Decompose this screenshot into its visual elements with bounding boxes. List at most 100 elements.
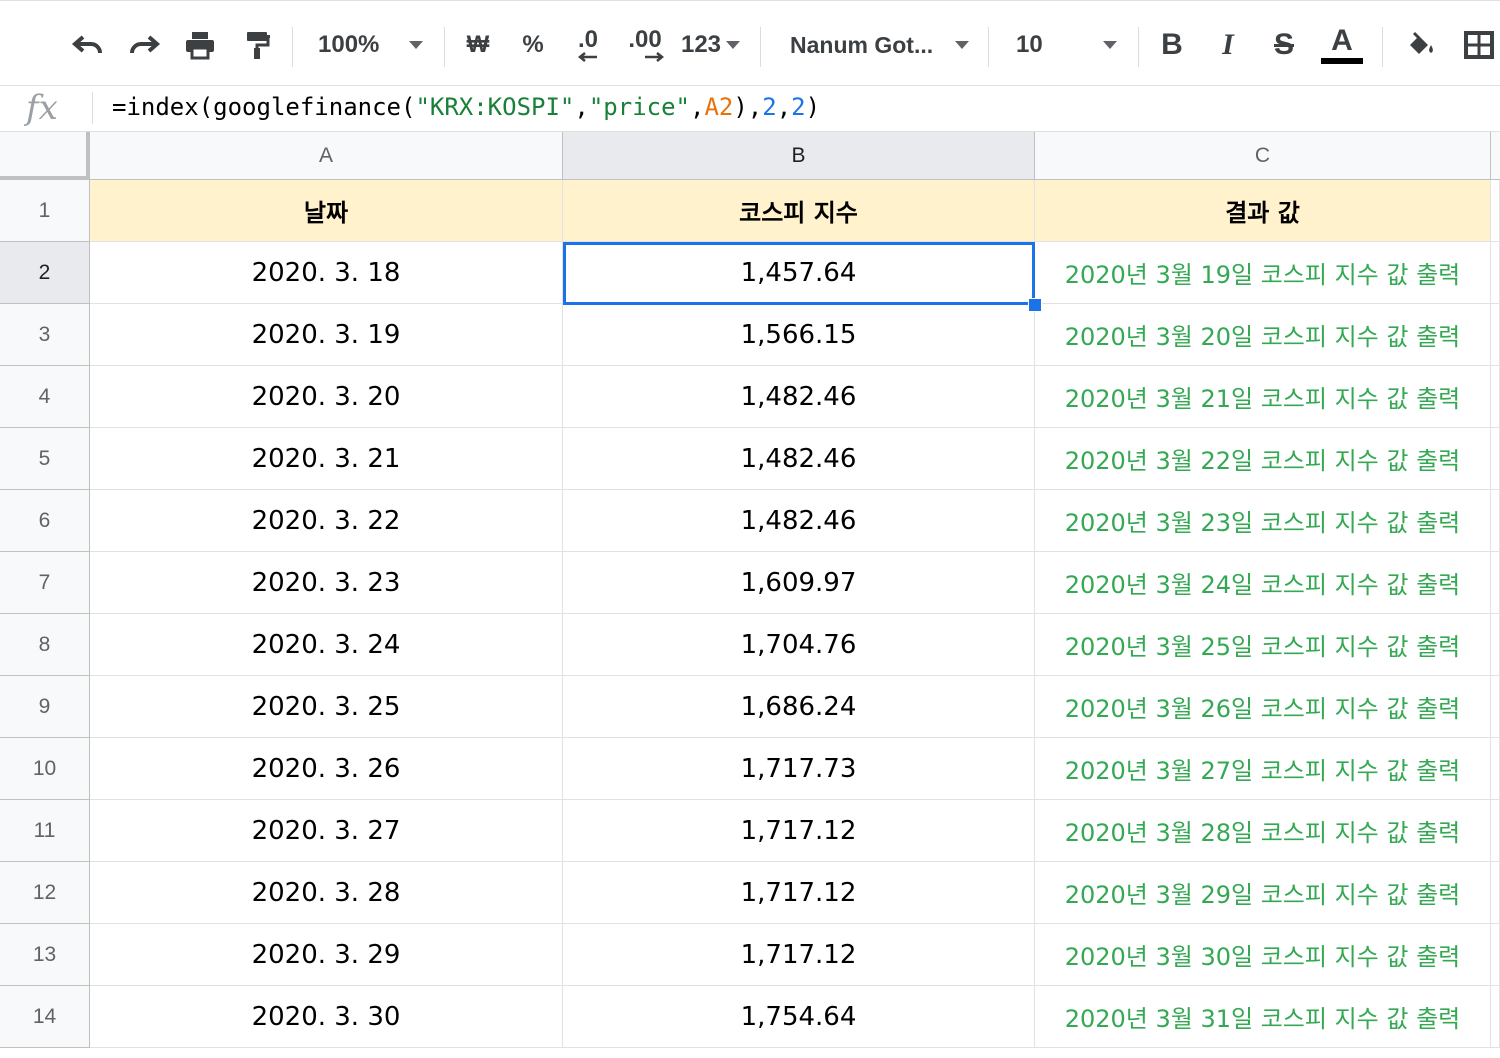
row-header[interactable]: 13 — [0, 924, 90, 986]
cell-c9[interactable]: 2020년 3월 26일 코스피 지수 값 출력 — [1035, 676, 1491, 738]
cell-empty[interactable] — [1491, 304, 1500, 366]
column-header-a[interactable]: A — [90, 132, 563, 180]
row-header[interactable]: 1 — [0, 180, 90, 242]
cell-empty[interactable] — [1491, 180, 1500, 242]
cell-b7[interactable]: 1,609.97 — [563, 552, 1035, 614]
cell-b3[interactable]: 1,566.15 — [563, 304, 1035, 366]
fill-handle[interactable] — [1028, 298, 1042, 312]
cell-a14[interactable]: 2020. 3. 30 — [90, 986, 563, 1048]
cell-b6[interactable]: 1,482.46 — [563, 490, 1035, 552]
formula-token: ), — [733, 93, 763, 121]
cell-a6[interactable]: 2020. 3. 22 — [90, 490, 563, 552]
cell-empty[interactable] — [1491, 738, 1500, 800]
italic-button[interactable]: I — [1210, 23, 1246, 67]
font-family-select[interactable]: Nanum Got... — [790, 23, 940, 67]
row-header[interactable]: 12 — [0, 862, 90, 924]
bold-button[interactable]: B — [1154, 23, 1190, 67]
currency-format-button[interactable]: ₩ — [462, 23, 494, 67]
redo-icon[interactable] — [122, 23, 166, 67]
row-header[interactable]: 4 — [0, 366, 90, 428]
cell-empty[interactable] — [1491, 552, 1500, 614]
cell-c10[interactable]: 2020년 3월 27일 코스피 지수 값 출력 — [1035, 738, 1491, 800]
undo-icon[interactable] — [66, 23, 110, 67]
cell-b12[interactable]: 1,717.12 — [563, 862, 1035, 924]
print-icon[interactable] — [178, 23, 222, 67]
row-header[interactable]: 14 — [0, 986, 90, 1048]
cell-b9[interactable]: 1,686.24 — [563, 676, 1035, 738]
cell-empty[interactable] — [1491, 924, 1500, 986]
cell-empty[interactable] — [1491, 676, 1500, 738]
cell-b11[interactable]: 1,717.12 — [563, 800, 1035, 862]
cell-empty[interactable] — [1491, 490, 1500, 552]
cell-empty[interactable] — [1491, 242, 1500, 304]
column-header-c[interactable]: C — [1035, 132, 1491, 180]
cell-b8[interactable]: 1,704.76 — [563, 614, 1035, 676]
decrease-decimal-button[interactable]: .0 — [568, 23, 608, 67]
cell-empty[interactable] — [1491, 862, 1500, 924]
formula-input[interactable]: =index(googlefinance("KRX:KOSPI","price"… — [112, 93, 820, 121]
row-header[interactable]: 3 — [0, 304, 90, 366]
cell-a8[interactable]: 2020. 3. 24 — [90, 614, 563, 676]
cell-b4[interactable]: 1,482.46 — [563, 366, 1035, 428]
select-all-corner[interactable] — [0, 132, 90, 180]
cell-a7[interactable]: 2020. 3. 23 — [90, 552, 563, 614]
cell-b14[interactable]: 1,754.64 — [563, 986, 1035, 1048]
cell-c13[interactable]: 2020년 3월 30일 코스피 지수 값 출력 — [1035, 924, 1491, 986]
increase-decimal-button[interactable]: .00 — [622, 23, 668, 67]
row-header[interactable]: 5 — [0, 428, 90, 490]
zoom-select[interactable]: 100% — [318, 23, 396, 67]
row-header[interactable]: 9 — [0, 676, 90, 738]
zoom-chevron-down-icon[interactable] — [404, 23, 428, 67]
strikethrough-button[interactable]: S — [1266, 23, 1302, 67]
fill-color-icon[interactable] — [1400, 23, 1440, 67]
cell-c11[interactable]: 2020년 3월 28일 코스피 지수 값 출력 — [1035, 800, 1491, 862]
cell-c1[interactable]: 결과 값 — [1035, 180, 1491, 242]
cell-c5[interactable]: 2020년 3월 22일 코스피 지수 값 출력 — [1035, 428, 1491, 490]
cell-c7[interactable]: 2020년 3월 24일 코스피 지수 값 출력 — [1035, 552, 1491, 614]
cell-a11[interactable]: 2020. 3. 27 — [90, 800, 563, 862]
cell-empty[interactable] — [1491, 800, 1500, 862]
column-header-b[interactable]: B — [563, 132, 1035, 180]
cell-b10[interactable]: 1,717.73 — [563, 738, 1035, 800]
cell-c8[interactable]: 2020년 3월 25일 코스피 지수 값 출력 — [1035, 614, 1491, 676]
column-header-d[interactable] — [1491, 132, 1500, 180]
cell-empty[interactable] — [1491, 428, 1500, 490]
percent-format-button[interactable]: % — [516, 23, 550, 67]
row-header[interactable]: 2 — [0, 242, 90, 304]
cell-b13[interactable]: 1,717.12 — [563, 924, 1035, 986]
cell-a9[interactable]: 2020. 3. 25 — [90, 676, 563, 738]
cell-c2[interactable]: 2020년 3월 19일 코스피 지수 값 출력 — [1035, 242, 1491, 304]
borders-icon[interactable] — [1458, 23, 1500, 67]
cell-a4[interactable]: 2020. 3. 20 — [90, 366, 563, 428]
cell-c4[interactable]: 2020년 3월 21일 코스피 지수 값 출력 — [1035, 366, 1491, 428]
font-size-select[interactable]: 10 — [1016, 23, 1056, 67]
cell-c12[interactable]: 2020년 3월 29일 코스피 지수 값 출력 — [1035, 862, 1491, 924]
row-header[interactable]: 7 — [0, 552, 90, 614]
cell-a5[interactable]: 2020. 3. 21 — [90, 428, 563, 490]
font-size-chevron-down-icon[interactable] — [1098, 23, 1122, 67]
row-header[interactable]: 8 — [0, 614, 90, 676]
cell-a1[interactable]: 날짜 — [90, 180, 563, 242]
row-header[interactable]: 11 — [0, 800, 90, 862]
cell-c6[interactable]: 2020년 3월 23일 코스피 지수 값 출력 — [1035, 490, 1491, 552]
cell-a13[interactable]: 2020. 3. 29 — [90, 924, 563, 986]
cell-c3[interactable]: 2020년 3월 20일 코스피 지수 값 출력 — [1035, 304, 1491, 366]
more-formats-chevron-down-icon[interactable] — [724, 23, 742, 67]
cell-c14[interactable]: 2020년 3월 31일 코스피 지수 값 출력 — [1035, 986, 1491, 1048]
cell-b1[interactable]: 코스피 지수 — [563, 180, 1035, 242]
paint-format-icon[interactable] — [236, 23, 280, 67]
cell-b5[interactable]: 1,482.46 — [563, 428, 1035, 490]
cell-a12[interactable]: 2020. 3. 28 — [90, 862, 563, 924]
cell-a2[interactable]: 2020. 3. 18 — [90, 242, 563, 304]
row-header[interactable]: 6 — [0, 490, 90, 552]
font-family-chevron-down-icon[interactable] — [950, 23, 974, 67]
cell-empty[interactable] — [1491, 366, 1500, 428]
cell-empty[interactable] — [1491, 986, 1500, 1048]
cell-a10[interactable]: 2020. 3. 26 — [90, 738, 563, 800]
row-header[interactable]: 10 — [0, 738, 90, 800]
cell-empty[interactable] — [1491, 614, 1500, 676]
cell-b2[interactable]: 1,457.64 — [563, 242, 1035, 304]
more-formats-button[interactable]: 123 — [678, 23, 724, 67]
text-color-button[interactable]: A — [1320, 23, 1364, 67]
cell-a3[interactable]: 2020. 3. 19 — [90, 304, 563, 366]
